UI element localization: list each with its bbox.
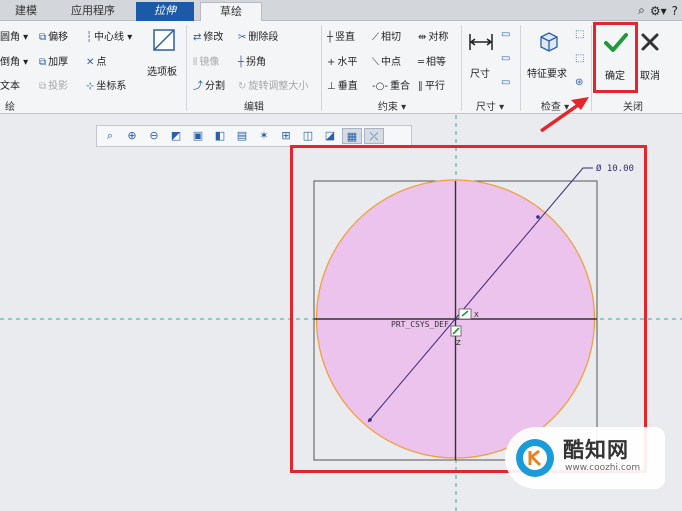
watermark: 酷知网 www.coozhi.com (505, 427, 665, 489)
watermark-logo (516, 439, 554, 477)
watermark-url: www.coozhi.com (565, 463, 641, 473)
watermark-title: 酷知网 (563, 438, 629, 462)
